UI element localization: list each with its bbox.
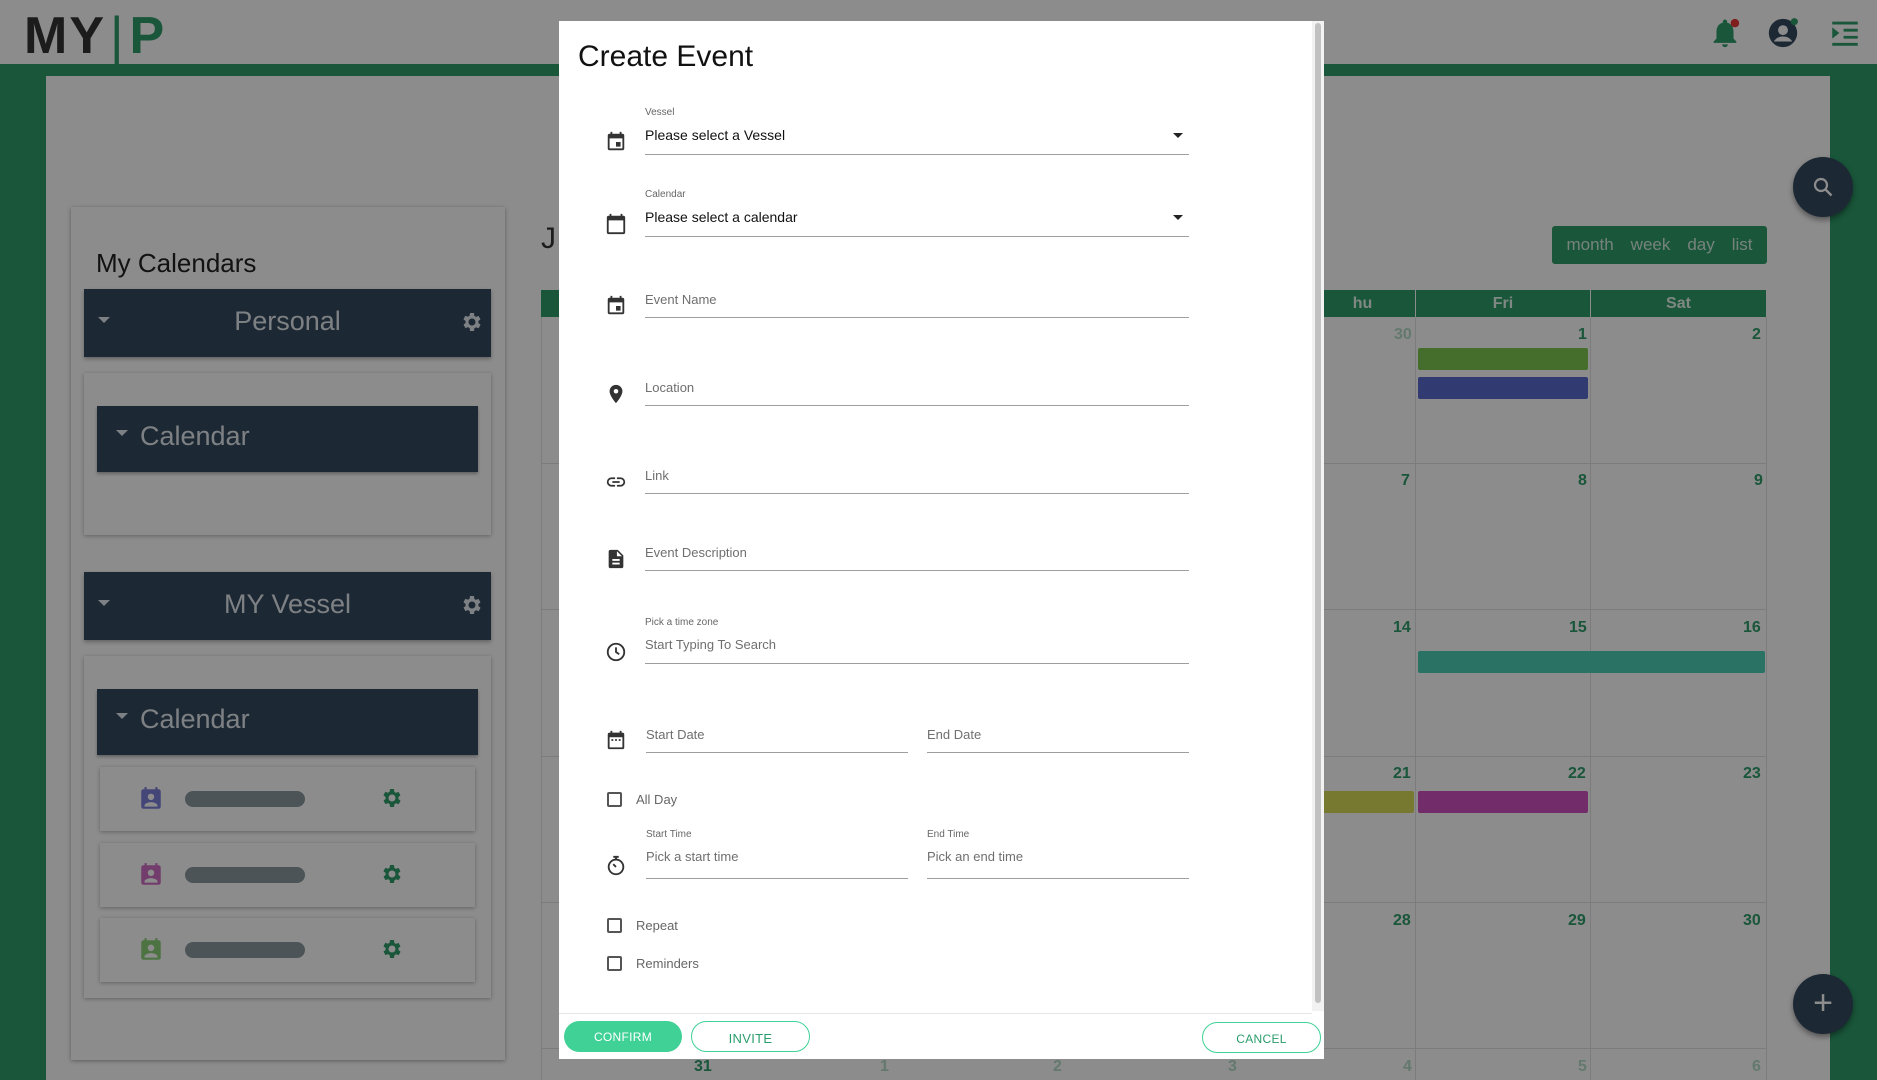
- time-zone-placeholder: Start Typing To Search: [645, 637, 777, 652]
- clock-icon: [606, 642, 626, 662]
- start-date-input[interactable]: Start Date: [646, 718, 908, 753]
- reminders-label: Reminders: [636, 955, 699, 971]
- all-day-checkbox[interactable]: All Day: [607, 789, 677, 809]
- location-input[interactable]: Location: [645, 371, 1189, 406]
- start-date-placeholder: Start Date: [646, 727, 705, 742]
- start-time-input[interactable]: Start Time Pick a start time: [646, 826, 908, 879]
- end-date-input[interactable]: End Date: [927, 718, 1189, 753]
- event-name-input[interactable]: Event Name: [645, 283, 1189, 318]
- vessel-select[interactable]: Vessel Please select a Vessel: [645, 103, 1189, 155]
- description-placeholder: Event Description: [645, 545, 747, 560]
- checkbox-box[interactable]: [607, 955, 622, 971]
- vessel-value: Please select a Vessel: [645, 127, 786, 143]
- calendar-select[interactable]: Calendar Please select a calendar: [645, 185, 1189, 237]
- time-zone-input[interactable]: Pick a time zone Start Typing To Search: [645, 614, 1189, 664]
- create-event-dialog: Create Event Vessel Please select a Vess…: [559, 21, 1324, 1059]
- end-time-label: End Time: [927, 829, 970, 840]
- description-input[interactable]: Event Description: [645, 535, 1189, 571]
- scrollbar-thumb[interactable]: [1315, 23, 1321, 1003]
- end-time-input[interactable]: End Time Pick an end time: [927, 826, 1189, 879]
- vessel-label: Vessel: [645, 107, 675, 118]
- dialog-scrollbar[interactable]: [1312, 21, 1324, 1011]
- start-time-placeholder: Pick a start time: [646, 849, 739, 864]
- event-icon: [607, 295, 625, 315]
- checkbox-box[interactable]: [607, 917, 622, 933]
- dropdown-arrow-icon[interactable]: [1173, 215, 1183, 220]
- event-name-placeholder: Event Name: [645, 292, 717, 307]
- link-icon: [606, 477, 626, 487]
- checkbox-box[interactable]: [607, 791, 622, 807]
- reminders-checkbox[interactable]: Reminders: [607, 953, 699, 973]
- description-icon: [608, 549, 624, 569]
- link-placeholder: Link: [645, 468, 669, 483]
- end-time-placeholder: Pick an end time: [927, 849, 1024, 864]
- invite-button[interactable]: INVITE: [691, 1021, 810, 1052]
- end-date-placeholder: End Date: [927, 727, 982, 742]
- link-input[interactable]: Link: [645, 459, 1189, 494]
- dialog-title: Create Event: [578, 40, 754, 73]
- calendar-value: Please select a calendar: [645, 209, 798, 225]
- cancel-button[interactable]: CANCEL: [1202, 1022, 1321, 1053]
- repeat-label: Repeat: [636, 917, 678, 933]
- time-zone-label: Pick a time zone: [645, 617, 719, 628]
- dialog-footer-divider: [559, 1013, 1312, 1014]
- location-pin-icon: [609, 384, 623, 404]
- dropdown-arrow-icon[interactable]: [1173, 133, 1183, 138]
- timer-icon: [607, 855, 625, 876]
- confirm-button[interactable]: CONFIRM: [564, 1021, 682, 1052]
- all-day-label: All Day: [636, 791, 678, 807]
- event-icon: [607, 131, 625, 151]
- calendar-icon: [606, 213, 626, 235]
- repeat-checkbox[interactable]: Repeat: [607, 915, 678, 935]
- date-range-icon: [607, 730, 625, 750]
- calendar-label: Calendar: [645, 189, 686, 200]
- start-time-label: Start Time: [646, 829, 692, 840]
- location-placeholder: Location: [645, 380, 695, 395]
